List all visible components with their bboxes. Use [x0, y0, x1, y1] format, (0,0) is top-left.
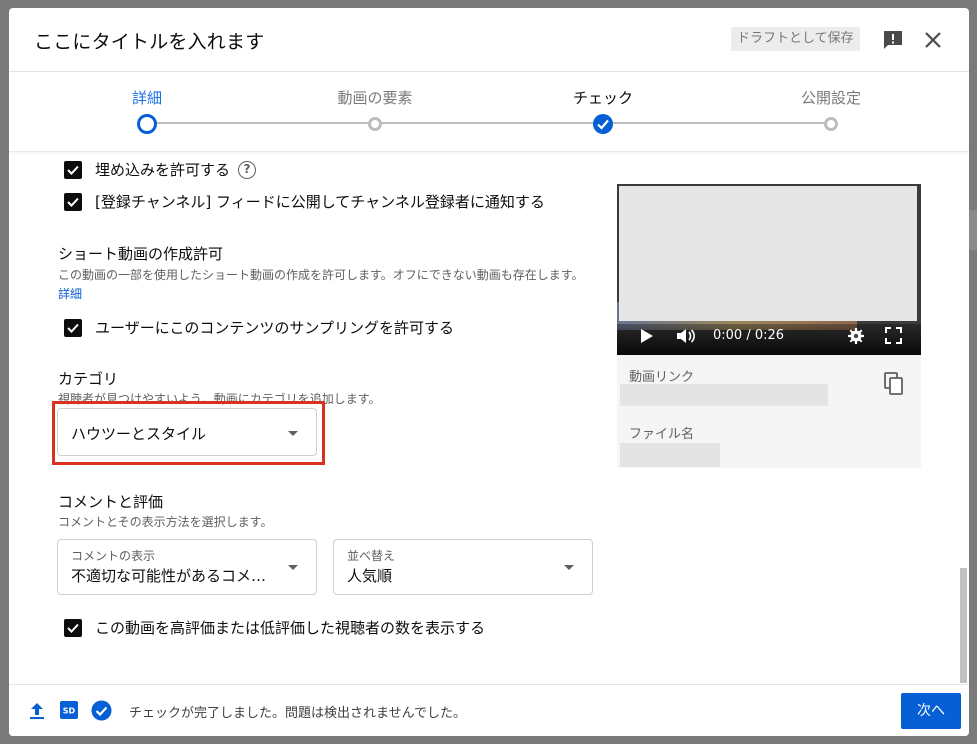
fullscreen-icon[interactable]	[885, 327, 902, 344]
video-link-label: 動画リンク	[629, 370, 695, 385]
stepper-track	[156, 122, 836, 124]
save-draft-button[interactable]: ドラフトとして保存	[731, 27, 860, 51]
close-icon[interactable]	[921, 28, 945, 52]
dialog-header: ここにタイトルを入れます ドラフトとして保存	[9, 8, 969, 72]
comment-sort-select[interactable]: 並べ替え 人気順	[333, 539, 593, 595]
shorts-section-desc: この動画の一部を使用したショート動画の作成を許可します。オフにできない動画も存在…	[58, 266, 598, 304]
video-time: 0:00 / 0:26	[713, 328, 785, 343]
allow-embedding-option: 埋め込みを許可する ?	[64, 159, 257, 180]
upload-icon	[30, 703, 44, 719]
comments-section-title: コメントと評価	[58, 493, 164, 511]
svg-text:SD: SD	[63, 707, 76, 716]
comment-display-select[interactable]: コメントの表示 不適切な可能性があるコメ…	[57, 539, 317, 595]
upload-dialog: ここにタイトルを入れます ドラフトとして保存 詳細 動画の要素 チェック 公開設…	[9, 8, 969, 736]
step-todo-dot	[368, 117, 382, 131]
video-preview-panel: 0:00 / 0:26 動画リンク ファイル名	[617, 184, 921, 468]
allow-sampling-option: ユーザーにこのコンテンツのサンプリングを許可する	[64, 317, 454, 338]
video-title: ここにタイトルを入れます	[34, 31, 265, 53]
shorts-section-title: ショート動画の作成許可	[58, 245, 224, 263]
category-select-value: ハウツーとスタイル	[71, 425, 207, 443]
dialog-footer: SD チェックが完了しました。問題は検出されませんでした。 次へ	[9, 684, 969, 736]
comment-sort-caption: 並べ替え	[347, 549, 396, 563]
details-content: 埋め込みを許可する ? [登録チャンネル] フィードに公開してチャンネル登録者に…	[9, 152, 969, 684]
show-ratings-label: この動画を高評価または低評価した視聴者の数を表示する	[95, 619, 486, 637]
play-icon[interactable]	[637, 327, 655, 345]
shorts-desc-text: この動画の一部を使用したショート動画の作成を許可します。オフにできない動画も存在…	[58, 268, 584, 282]
progress-stepper: 詳細 動画の要素 チェック 公開設定	[9, 72, 969, 152]
chevron-down-icon	[288, 431, 298, 436]
step-label: 動画の要素	[337, 89, 413, 107]
step-current-dot	[137, 114, 157, 134]
step-label: 詳細	[131, 89, 162, 107]
shorts-learn-more-link[interactable]: 詳細	[58, 287, 82, 301]
category-section-title: カテゴリ	[58, 370, 119, 388]
notify-subscribers-label: [登録チャンネル] フィードに公開してチャンネル登録者に通知する	[95, 193, 545, 211]
next-button[interactable]: 次へ	[901, 693, 961, 729]
video-player[interactable]: 0:00 / 0:26	[617, 184, 921, 355]
comment-sort-value: 人気順	[347, 567, 393, 585]
show-ratings-checkbox[interactable]	[64, 618, 82, 637]
notify-subscribers-checkbox[interactable]	[64, 192, 82, 211]
step-label: チェック	[572, 89, 633, 107]
copy-icon[interactable]	[883, 372, 905, 400]
chevron-down-icon	[288, 565, 298, 570]
feedback-icon[interactable]	[881, 28, 905, 52]
filename-value	[620, 443, 720, 467]
check-circle-icon	[91, 700, 112, 721]
video-link-value[interactable]	[620, 384, 828, 406]
allow-sampling-label: ユーザーにこのコンテンツのサンプリングを許可する	[95, 319, 454, 337]
allow-embedding-checkbox[interactable]	[64, 160, 82, 179]
category-select[interactable]: ハウツーとスタイル	[57, 408, 317, 456]
allow-embedding-label: 埋め込みを許可する	[95, 161, 231, 179]
show-ratings-option: この動画を高評価または低評価した視聴者の数を表示する	[64, 617, 485, 638]
volume-icon[interactable]	[675, 327, 697, 345]
notify-subscribers-option: [登録チャンネル] フィードに公開してチャンネル登録者に通知する	[64, 191, 545, 212]
step-label: 公開設定	[800, 89, 861, 107]
check-icon	[593, 114, 613, 134]
video-frame	[619, 186, 917, 321]
sd-quality-icon: SD	[60, 701, 78, 719]
comment-display-value: 不適切な可能性があるコメ…	[71, 567, 267, 585]
step-todo-dot	[824, 117, 838, 131]
comment-display-caption: コメントの表示	[71, 549, 156, 563]
gear-icon[interactable]	[847, 327, 865, 345]
allow-sampling-checkbox[interactable]	[64, 318, 82, 337]
check-status-text: チェックが完了しました。問題は検出されませんでした。	[129, 706, 466, 721]
comments-section-desc: コメントとその表示方法を選択します。	[58, 515, 273, 529]
help-icon[interactable]: ?	[238, 160, 257, 179]
scrollbar[interactable]	[960, 568, 967, 683]
chevron-down-icon	[564, 565, 574, 570]
filename-label: ファイル名	[629, 427, 695, 442]
